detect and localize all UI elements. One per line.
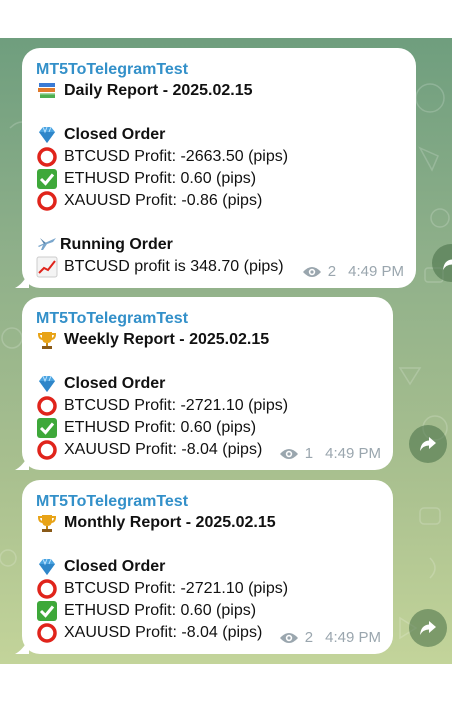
message-bubble-monthly[interactable]: MT5ToTelegramTest Monthly Report - 2025.… — [15, 480, 393, 654]
report-title: Daily Report - 2025.02.15 — [64, 82, 253, 99]
gem-icon — [36, 124, 58, 146]
gem-icon — [36, 556, 58, 578]
closed-order-heading: Closed Order — [64, 375, 166, 392]
sender-name[interactable]: MT5ToTelegramTest — [36, 309, 379, 329]
red-circle-icon — [36, 622, 58, 644]
message-meta: 2 4:49 PM — [302, 263, 404, 280]
closed-order-heading: Closed Order — [64, 126, 166, 143]
sender-name[interactable]: MT5ToTelegramTest — [36, 60, 402, 80]
message-time: 4:49 PM — [325, 629, 381, 646]
eye-icon — [279, 632, 298, 643]
closed-order-item: XAUUSD Profit: -8.04 (pips) — [64, 624, 263, 641]
running-order-heading: Running Order — [60, 236, 173, 253]
bubble-tail — [15, 454, 29, 470]
check-mark-icon — [36, 600, 58, 622]
eye-icon — [302, 266, 321, 277]
bubble-tail — [15, 272, 29, 288]
check-mark-icon — [36, 168, 58, 190]
message-time: 4:49 PM — [348, 263, 404, 280]
red-circle-icon — [36, 190, 58, 212]
share-button[interactable] — [409, 425, 447, 463]
view-count: 2 — [327, 263, 337, 280]
closed-order-item: XAUUSD Profit: -8.04 (pips) — [64, 441, 263, 458]
check-mark-icon — [36, 417, 58, 439]
view-count: 2 — [304, 629, 314, 646]
share-icon — [443, 256, 452, 270]
closed-order-heading: Closed Order — [64, 558, 166, 575]
gem-icon — [36, 373, 58, 395]
sender-name[interactable]: MT5ToTelegramTest — [36, 492, 379, 512]
closed-order-item: BTCUSD Profit: -2721.10 (pips) — [64, 580, 289, 597]
share-icon — [420, 437, 436, 451]
view-count: 1 — [304, 445, 314, 462]
red-circle-icon — [36, 578, 58, 600]
message-time: 4:49 PM — [325, 445, 381, 462]
chart-up-icon — [36, 256, 58, 278]
red-circle-icon — [36, 395, 58, 417]
report-title: Monthly Report - 2025.02.15 — [64, 514, 276, 531]
share-icon — [420, 621, 436, 635]
airplane-icon — [36, 234, 58, 256]
closed-order-item: BTCUSD Profit: -2721.10 (pips) — [64, 397, 289, 414]
share-button[interactable] — [409, 609, 447, 647]
closed-order-item: ETHUSD Profit: 0.60 (pips) — [64, 419, 257, 436]
running-order-item: BTCUSD profit is 348.70 (pips) — [64, 258, 284, 275]
books-icon — [36, 80, 58, 102]
bubble-tail — [15, 638, 29, 654]
eye-icon — [279, 448, 298, 459]
trophy-icon — [36, 329, 58, 351]
closed-order-item: ETHUSD Profit: 0.60 (pips) — [64, 602, 257, 619]
message-meta: 2 4:49 PM — [279, 629, 381, 646]
red-circle-icon — [36, 146, 58, 168]
closed-order-item: XAUUSD Profit: -0.86 (pips) — [64, 192, 263, 209]
trophy-icon — [36, 512, 58, 534]
message-bubble-weekly[interactable]: MT5ToTelegramTest Weekly Report - 2025.0… — [15, 297, 393, 470]
message-meta: 1 4:49 PM — [279, 445, 381, 462]
closed-order-item: BTCUSD Profit: -2663.50 (pips) — [64, 148, 289, 165]
report-title: Weekly Report - 2025.02.15 — [64, 331, 270, 348]
closed-order-item: ETHUSD Profit: 0.60 (pips) — [64, 170, 257, 187]
red-circle-icon — [36, 439, 58, 461]
message-bubble-daily[interactable]: MT5ToTelegramTest Daily Report - 2025.02… — [15, 48, 416, 288]
